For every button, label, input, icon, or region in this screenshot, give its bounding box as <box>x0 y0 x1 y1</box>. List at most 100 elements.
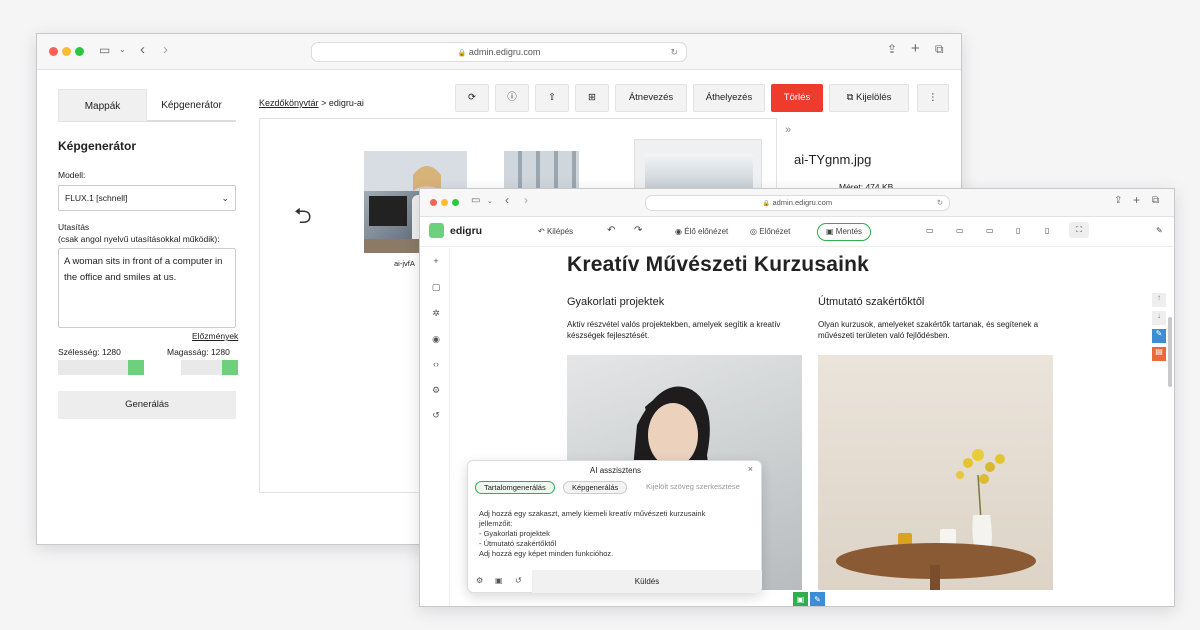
history-link[interactable]: Előzmények <box>192 331 238 341</box>
prompt-line: Adj hozzá egy szakaszt, amely kiemeli kr… <box>479 509 706 518</box>
mobile-view-icon[interactable]: ▯ <box>1045 225 1049 237</box>
save-block-icon[interactable]: ▣ <box>793 592 808 606</box>
code-icon[interactable]: ‹› <box>430 359 442 369</box>
more-vertical-icon: ⋮ <box>928 92 938 103</box>
close-window-icon[interactable] <box>49 47 58 56</box>
model-select-value: FLUX.1 [schnell] <box>65 193 128 203</box>
model-select[interactable]: FLUX.1 [schnell] ⌄ <box>58 185 236 211</box>
undo-icon[interactable]: ↶ <box>607 225 615 237</box>
exit-icon: ↶ <box>538 227 545 236</box>
layers-icon[interactable]: ▢ <box>430 282 442 293</box>
back-arrow-icon[interactable]: ‹ <box>140 41 145 58</box>
tablet-landscape-icon[interactable]: ▭ <box>986 225 994 237</box>
reload-icon[interactable]: ↻ <box>937 196 943 210</box>
forward-arrow-icon[interactable]: › <box>163 41 168 58</box>
desktop-view-icon[interactable]: ▭ <box>926 225 934 237</box>
preview-button[interactable]: ◎ Előnézet <box>750 226 790 238</box>
breadcrumb-separator: > <box>321 98 327 108</box>
pen-icon[interactable]: ✎ <box>1156 225 1163 237</box>
breadcrumb: Kezdőkönyvtár > edigru-ai <box>259 98 364 108</box>
sidebar-toggle-icon[interactable]: ▭ <box>99 43 110 57</box>
info-button[interactable]: ⓘ <box>495 84 529 112</box>
tool-rail: + ▢ ✲ ◉ ‹› ⚙ ↺ <box>420 248 450 606</box>
tab-mappak[interactable]: Mappák <box>58 89 147 122</box>
redo-icon[interactable]: ↷ <box>634 225 642 237</box>
delete-button[interactable]: Törlés <box>771 84 823 112</box>
tabs-overview-icon[interactable]: ⧉ <box>935 42 944 57</box>
history-icon[interactable]: ↺ <box>430 410 442 421</box>
scrollbar[interactable] <box>1168 317 1172 387</box>
ai-prompt-textarea[interactable]: Adj hozzá egy szakaszt, amely kiemeli kr… <box>479 509 705 559</box>
rename-button[interactable]: Átnevezés <box>615 84 687 112</box>
height-label: Magasság: 1280 <box>167 347 230 357</box>
share-icon[interactable]: ⇪ <box>887 42 897 56</box>
maximize-window-icon[interactable] <box>75 47 84 56</box>
new-tab-icon[interactable]: + <box>1133 193 1140 207</box>
trash-icon[interactable]: ▤ <box>1152 347 1166 361</box>
laptop-view-icon[interactable]: ▭ <box>956 225 964 237</box>
image-icon[interactable]: ▣ <box>495 576 503 585</box>
chevron-down-icon[interactable]: ⌄ <box>119 45 126 54</box>
prompt-textarea[interactable]: A woman sits in front of a computer in t… <box>58 248 236 328</box>
ai-assistant-dialog: AI asszisztens × Tartalomgenerálás Képge… <box>467 460 762 593</box>
exit-button[interactable]: ↶ Kilépés <box>538 226 573 238</box>
tab-content-generation[interactable]: Tartalomgenerálás <box>475 481 555 494</box>
breadcrumb-root[interactable]: Kezdőkönyvtár <box>259 98 319 108</box>
settings-icon[interactable]: ⚙ <box>430 385 442 396</box>
generate-button[interactable]: Generálás <box>58 391 236 419</box>
new-tab-icon[interactable]: + <box>911 40 920 57</box>
move-button[interactable]: Áthelyezés <box>693 84 765 112</box>
new-folder-button[interactable]: ⊞ <box>575 84 609 112</box>
info-icon: ⓘ <box>507 92 517 103</box>
select-button-label: Kijelölés <box>856 92 892 103</box>
address-bar[interactable]: 🔒 admin.edigru.com ↻ <box>645 195 950 211</box>
width-label: Szélesség: 1280 <box>58 347 121 357</box>
height-slider[interactable] <box>181 360 238 375</box>
reload-icon[interactable]: ↻ <box>670 43 678 61</box>
return-arrow-icon[interactable]: ⮌ <box>294 199 312 237</box>
back-arrow-icon[interactable]: ‹ <box>505 193 509 207</box>
move-down-icon[interactable]: ↓ <box>1152 311 1166 325</box>
upload-button[interactable]: ⇧ <box>535 84 569 112</box>
close-icon[interactable]: × <box>748 464 753 474</box>
save-button[interactable]: ▣ Mentés <box>817 223 872 241</box>
live-preview-label: Élő előnézet <box>684 227 729 236</box>
ai-sparkle-icon[interactable]: ✲ <box>430 308 442 319</box>
width-slider-handle[interactable] <box>128 360 144 375</box>
address-bar[interactable]: 🔒 admin.edigru.com ↻ <box>311 42 687 62</box>
width-slider[interactable] <box>58 360 144 375</box>
visibility-icon[interactable]: ◉ <box>430 334 442 345</box>
send-button[interactable]: Küldés <box>532 570 762 593</box>
lock-icon: 🔒 <box>457 50 467 57</box>
move-up-icon[interactable]: ↑ <box>1152 293 1166 307</box>
settings-icon[interactable]: ⚙ <box>476 576 483 585</box>
sidebar-toggle-icon[interactable]: ▭ <box>471 195 480 206</box>
more-options-button[interactable]: ⋮ <box>917 84 949 112</box>
add-block-icon[interactable]: + <box>430 256 442 266</box>
tab-image-generation[interactable]: Képgenerálás <box>563 481 628 494</box>
history-icon[interactable]: ↺ <box>515 576 522 585</box>
maximize-window-icon[interactable] <box>452 199 459 206</box>
select-button[interactable]: ⧉ Kijelölés <box>829 84 909 112</box>
copy-icon: ⧉ <box>846 92 854 103</box>
collapse-panel-icon[interactable]: » <box>785 124 791 136</box>
chevron-down-icon: ⌄ <box>221 193 229 203</box>
edit-block-icon[interactable]: ✎ <box>810 592 825 606</box>
tab-kepgenerator[interactable]: Képgenerátor <box>147 89 236 122</box>
refresh-button[interactable]: ⟳ <box>455 84 489 112</box>
share-icon[interactable]: ⇪ <box>1114 195 1122 206</box>
edit-icon[interactable]: ✎ <box>1152 329 1166 343</box>
minimize-window-icon[interactable] <box>62 47 71 56</box>
image-thumbnail[interactable] <box>504 151 579 191</box>
fullscreen-icon[interactable]: ⛶ <box>1069 222 1089 238</box>
chevron-down-icon[interactable]: ⌄ <box>487 197 493 205</box>
close-window-icon[interactable] <box>430 199 437 206</box>
feature-image-2[interactable] <box>818 355 1053 590</box>
tab-edit-selected-text[interactable]: Kijelölt szöveg szerkesztése <box>638 481 748 492</box>
minimize-window-icon[interactable] <box>441 199 448 206</box>
tablet-portrait-icon[interactable]: ▯ <box>1016 225 1020 237</box>
live-preview-button[interactable]: ◉ Élő előnézet <box>675 226 728 238</box>
forward-arrow-icon[interactable]: › <box>524 193 528 207</box>
height-slider-handle[interactable] <box>222 360 238 375</box>
tabs-overview-icon[interactable]: ⧉ <box>1152 195 1159 206</box>
